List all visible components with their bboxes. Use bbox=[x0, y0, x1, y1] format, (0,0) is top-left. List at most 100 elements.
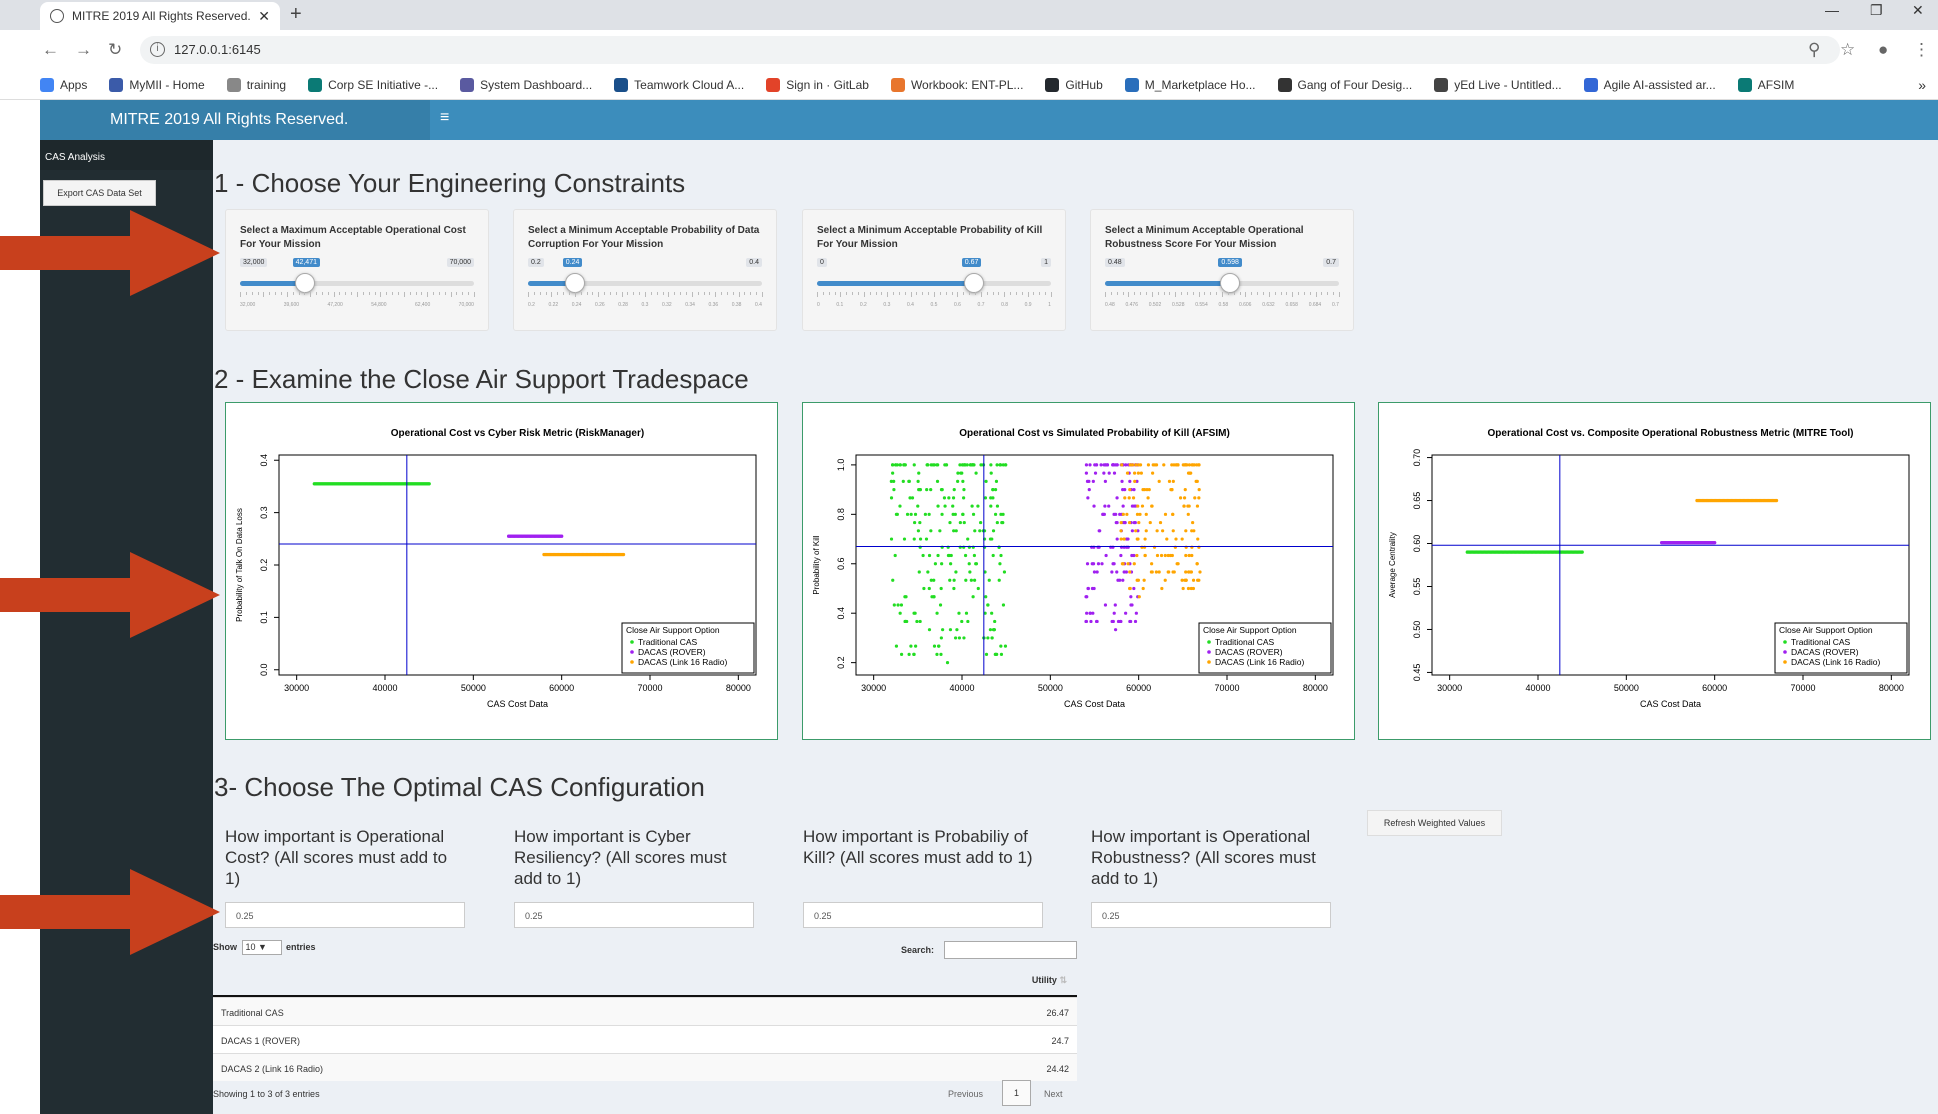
bookmark-label: GitHub bbox=[1065, 77, 1103, 92]
data-point bbox=[1187, 471, 1192, 475]
data-point bbox=[1133, 479, 1137, 483]
bookmark-item[interactable]: M_Marketplace Ho... bbox=[1124, 77, 1256, 92]
slider-tick bbox=[939, 292, 941, 295]
previous-page-button[interactable]: Previous bbox=[948, 1089, 983, 1099]
browser-tab[interactable]: MITRE 2019 All Rights Reserved. ✕ bbox=[40, 2, 280, 30]
data-point bbox=[958, 520, 962, 525]
weight-input-cost[interactable]: 0.25 bbox=[225, 902, 465, 928]
slider-tick bbox=[1210, 292, 1212, 295]
next-page-button[interactable]: Next bbox=[1044, 1089, 1063, 1099]
bookmark-item[interactable]: MyMII - Home bbox=[109, 77, 205, 92]
data-point bbox=[1163, 578, 1167, 582]
data-point bbox=[926, 570, 930, 574]
slider-handle[interactable] bbox=[1220, 273, 1241, 293]
url-text: 127.0.0.1:6145 bbox=[174, 42, 261, 57]
data-point bbox=[1168, 553, 1173, 558]
slider-tick bbox=[957, 292, 959, 297]
slider-tick bbox=[539, 292, 541, 295]
slider-tick bbox=[645, 292, 646, 297]
slider-tick bbox=[1227, 292, 1229, 295]
bookmark-item[interactable]: Apps bbox=[40, 77, 87, 92]
close-tab-icon[interactable]: ✕ bbox=[258, 8, 270, 25]
slider-tick bbox=[881, 292, 883, 295]
page-1-button[interactable]: 1 bbox=[1002, 1080, 1031, 1106]
slider-track[interactable] bbox=[817, 281, 1051, 286]
section-3-title: 3- Choose The Optimal CAS Configuration bbox=[214, 772, 705, 802]
menu-dots-icon[interactable]: ⋮ bbox=[1913, 40, 1930, 60]
annotation-arrow-icon bbox=[0, 869, 220, 955]
bookmark-item[interactable]: Teamwork Cloud A... bbox=[614, 77, 744, 92]
address-bar[interactable]: i 127.0.0.1:6145 bbox=[140, 36, 1840, 64]
bookmark-item[interactable]: Agile AI-assisted ar... bbox=[1583, 77, 1716, 92]
bookmark-item[interactable]: yEd Live - Untitled... bbox=[1434, 77, 1562, 92]
refresh-weighted-values-button[interactable]: Refresh Weighted Values bbox=[1367, 810, 1502, 836]
reload-icon[interactable]: ↻ bbox=[108, 40, 122, 60]
slider-tick bbox=[852, 292, 854, 295]
bookmark-star-icon[interactable]: ☆ bbox=[1840, 40, 1855, 60]
more-bookmarks-icon[interactable]: » bbox=[1918, 77, 1926, 93]
slider-tick bbox=[551, 292, 553, 297]
bookmark-item[interactable]: Gang of Four Desig... bbox=[1277, 77, 1412, 92]
y-tick-label: 0.2 bbox=[836, 656, 846, 669]
slider-handle[interactable] bbox=[963, 273, 984, 293]
y-axis-label: Probability of Kill bbox=[812, 535, 821, 594]
slider-tick bbox=[403, 292, 405, 297]
data-point bbox=[1176, 562, 1180, 566]
sidebar-toggle-icon[interactable]: ≡ bbox=[440, 109, 449, 127]
weight-input-robustness[interactable]: 0.25 bbox=[1091, 902, 1331, 928]
column-header-utility[interactable]: Utility bbox=[1032, 975, 1057, 985]
data-point bbox=[940, 562, 944, 566]
bookmark-item[interactable]: Sign in · GitLab bbox=[766, 77, 869, 92]
bookmark-item[interactable]: AFSIM bbox=[1737, 77, 1794, 92]
slider-track[interactable] bbox=[240, 281, 474, 286]
slider-tick bbox=[621, 292, 623, 297]
data-point bbox=[1143, 537, 1147, 541]
data-point bbox=[943, 504, 947, 508]
new-tab-icon[interactable]: + bbox=[290, 3, 302, 26]
sidebar-item-cas-analysis[interactable]: CAS Analysis bbox=[40, 140, 213, 170]
slider-tick bbox=[580, 292, 582, 295]
restore-icon[interactable]: ❐ bbox=[1870, 2, 1883, 19]
sort-icon[interactable]: ⇅ bbox=[1059, 975, 1067, 985]
slider-tick bbox=[951, 292, 953, 295]
slider-tick-label: 0.554 bbox=[1195, 302, 1208, 308]
row-utility: 26.47 bbox=[1046, 1008, 1069, 1018]
data-point bbox=[962, 520, 966, 525]
bookmark-item[interactable]: Corp SE Initiative -... bbox=[308, 77, 438, 92]
app-logo[interactable]: MITRE 2019 All Rights Reserved. bbox=[40, 100, 430, 140]
bookmark-item[interactable]: training bbox=[226, 77, 286, 92]
zoom-icon[interactable]: ⚲ bbox=[1808, 40, 1820, 60]
show-label: Show bbox=[213, 942, 237, 952]
bookmark-item[interactable]: GitHub bbox=[1045, 77, 1103, 92]
data-point bbox=[963, 553, 968, 558]
back-icon[interactable]: ← bbox=[42, 40, 59, 60]
page-length-select[interactable]: 10 ▼ bbox=[241, 940, 282, 955]
profile-icon[interactable]: ● bbox=[1878, 40, 1888, 60]
data-point bbox=[966, 537, 970, 541]
data-point bbox=[956, 471, 960, 475]
data-point bbox=[1119, 537, 1123, 541]
data-point bbox=[1184, 570, 1188, 574]
slider-tick bbox=[1298, 292, 1300, 295]
forward-icon[interactable]: → bbox=[75, 40, 92, 60]
data-point bbox=[913, 512, 918, 516]
slider-tick bbox=[732, 292, 734, 295]
slider-track[interactable] bbox=[528, 281, 762, 286]
bookmark-label: System Dashboard... bbox=[480, 77, 593, 92]
slider-handle[interactable] bbox=[564, 273, 585, 293]
data-point bbox=[1096, 562, 1101, 566]
slider-tick bbox=[427, 292, 429, 297]
bookmark-item[interactable]: System Dashboard... bbox=[460, 77, 593, 92]
minimize-icon[interactable]: — bbox=[1825, 2, 1839, 18]
weight-input-cyber[interactable]: 0.25 bbox=[514, 902, 754, 928]
info-icon[interactable]: i bbox=[150, 42, 165, 57]
bookmark-item[interactable]: Workbook: ENT-PL... bbox=[890, 77, 1023, 92]
close-window-icon[interactable]: ✕ bbox=[1912, 2, 1924, 19]
slider-handle[interactable] bbox=[294, 273, 315, 293]
slider-tick-label: 0.2 bbox=[528, 302, 535, 308]
data-point bbox=[1134, 529, 1138, 533]
export-cas-data-button[interactable]: Export CAS Data Set bbox=[43, 180, 156, 206]
table-search-input[interactable] bbox=[944, 941, 1077, 959]
data-point bbox=[916, 529, 921, 533]
weight-input-pk[interactable]: 0.25 bbox=[803, 902, 1043, 928]
